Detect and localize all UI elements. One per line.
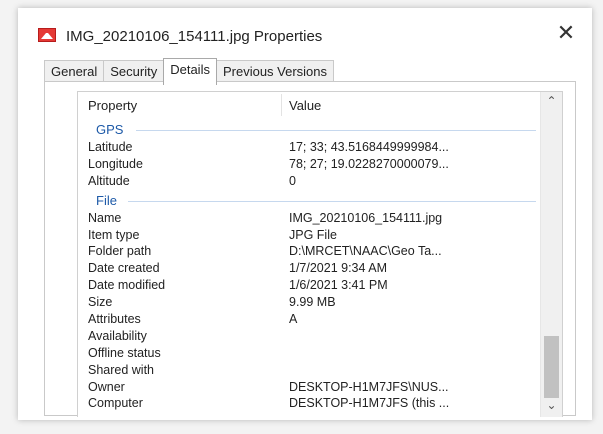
tab-details[interactable]: Details [163,58,217,85]
row-property: Owner [88,379,125,394]
details-panel: Property Value GPS Latitude 17; 33; 43.51… [44,81,576,417]
tab-general[interactable]: General [44,60,105,83]
table-row[interactable]: Item type JPG File [78,227,540,244]
row-value: 9.99 MB [289,295,336,310]
table-row[interactable]: Name IMG_20210106_154111.jpg [78,210,540,227]
row-property: Altitude [88,173,130,188]
row-property: Latitude [88,140,133,154]
jpg-file-icon [38,28,56,42]
table-row[interactable]: Size 9.99 MB [78,294,540,311]
scroll-up-icon[interactable]: ⌃ [541,94,562,112]
column-header-value[interactable]: Value [289,98,321,113]
group-label: GPS [96,122,124,137]
row-property: Shared with [88,362,155,377]
row-property: Name [88,210,122,225]
tab-previous-versions[interactable]: Previous Versions [215,60,335,83]
table-row[interactable]: Shared with [78,362,540,379]
row-property: Offline status [88,345,161,360]
row-property: Item type [88,227,140,242]
row-value: DESKTOP-H1M7JFS (this ... [289,396,450,411]
vertical-scrollbar[interactable]: ⌃ ⌄ [540,92,562,417]
table-row[interactable]: Attributes A [78,311,540,328]
column-header-property[interactable]: Property [88,98,137,113]
properties-dialog: IMG_20210106_154111.jpg Properties ✕ Gen… [18,8,592,420]
row-value: JPG File [289,227,337,242]
row-value: 1/6/2021 3:41 PM [289,278,388,293]
row-value: 17; 33; 43.5168449999984... [289,140,449,154]
table-row[interactable]: Availability [78,328,540,345]
details-rows: GPS Latitude 17; 33; 43.5168449999984... … [78,119,540,412]
table-row[interactable]: Date created 1/7/2021 9:34 AM [78,260,540,277]
row-property: Date modified [88,278,166,293]
details-list: Property Value GPS Latitude 17; 33; 43.51… [77,91,563,417]
group-header-gps: GPS [78,119,540,139]
row-value: A [289,312,298,327]
table-row[interactable]: Longitude 78; 27; 19.0228270000079... [78,156,540,173]
row-property: Availability [88,328,147,343]
table-row[interactable]: Date modified 1/6/2021 3:41 PM [78,277,540,294]
tab-strip: General Security Details Previous Versio… [44,58,335,85]
title-bar: IMG_20210106_154111.jpg Properties ✕ [18,8,592,52]
row-property: Folder path [88,244,152,259]
scroll-down-icon[interactable]: ⌄ [541,398,562,416]
group-divider-line [128,200,536,202]
tab-security[interactable]: Security [103,60,165,83]
row-value: 0 [289,173,296,188]
group-label: File [96,192,117,208]
column-header: Property Value [78,92,540,118]
close-button[interactable]: ✕ [554,23,578,46]
row-value: IMG_20210106_154111.jpg [289,210,443,225]
table-row[interactable]: Owner DESKTOP-H1M7JFS\NUS... [78,379,540,396]
group-header-file: File [78,190,540,210]
table-row[interactable]: Computer DESKTOP-H1M7JFS (this ... [78,395,540,412]
table-row[interactable]: Offline status [78,345,540,362]
row-property: Attributes [88,312,141,327]
column-divider[interactable] [281,94,282,116]
row-value: 1/7/2021 9:34 AM [289,261,387,276]
row-value: D:\MRCET\NAAC\Geo Ta... [289,244,442,259]
group-divider-line [136,130,536,131]
row-value: 78; 27; 19.0228270000079... [289,156,449,171]
table-row[interactable]: Folder path D:\MRCET\NAAC\Geo Ta... [78,243,540,260]
table-row[interactable]: Latitude 17; 33; 43.5168449999984... [78,139,540,156]
row-property: Size [88,295,113,310]
scrollbar-thumb[interactable] [544,336,559,398]
row-property: Computer [88,396,143,411]
window-title: IMG_20210106_154111.jpg Properties [66,28,323,45]
row-value: DESKTOP-H1M7JFS\NUS... [289,379,449,394]
row-property: Date created [88,261,160,276]
table-row[interactable]: Altitude 0 [78,173,540,190]
row-property: Longitude [88,156,143,171]
